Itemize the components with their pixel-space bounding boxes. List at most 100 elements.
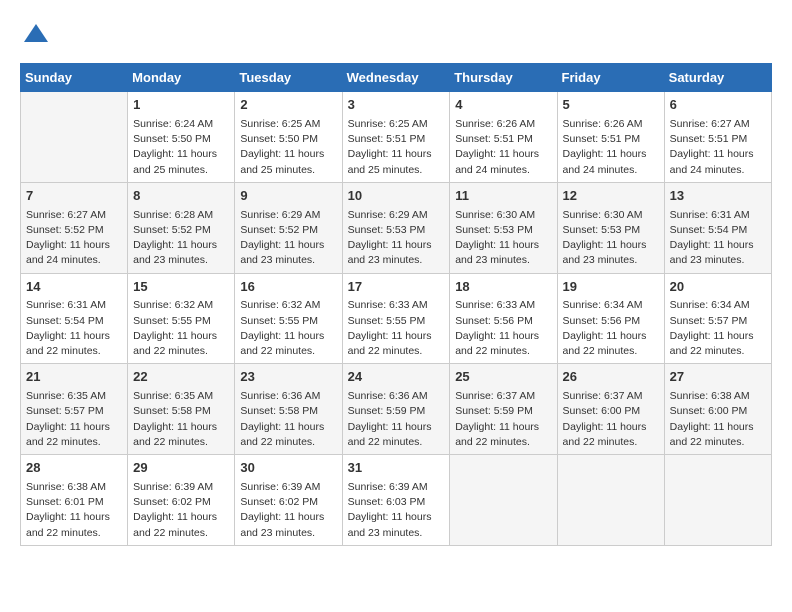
calendar-cell: 23Sunrise: 6:36 AMSunset: 5:58 PMDayligh… xyxy=(235,364,342,455)
cell-info-line: Sunrise: 6:31 AM xyxy=(26,298,122,313)
cell-info-line: Sunrise: 6:32 AM xyxy=(133,298,229,313)
cell-info-line: and 24 minutes. xyxy=(563,163,659,178)
cell-info-line: Sunset: 5:52 PM xyxy=(133,223,229,238)
calendar-table: SundayMondayTuesdayWednesdayThursdayFrid… xyxy=(20,63,772,546)
calendar-cell: 19Sunrise: 6:34 AMSunset: 5:56 PMDayligh… xyxy=(557,273,664,364)
page-header xyxy=(20,20,772,53)
cell-info-line: and 23 minutes. xyxy=(455,253,551,268)
cell-info-line: Daylight: 11 hours xyxy=(670,147,766,162)
cell-info-line: Daylight: 11 hours xyxy=(133,510,229,525)
day-number: 17 xyxy=(348,278,445,297)
cell-info-line: Sunset: 6:00 PM xyxy=(563,404,659,419)
calendar-cell: 28Sunrise: 6:38 AMSunset: 6:01 PMDayligh… xyxy=(21,455,128,546)
cell-info-line: Sunrise: 6:26 AM xyxy=(455,117,551,132)
cell-info-line: and 23 minutes. xyxy=(563,253,659,268)
day-number: 14 xyxy=(26,278,122,297)
calendar-cell xyxy=(21,92,128,183)
cell-info-line: Daylight: 11 hours xyxy=(133,420,229,435)
calendar-cell: 6Sunrise: 6:27 AMSunset: 5:51 PMDaylight… xyxy=(664,92,771,183)
day-number: 24 xyxy=(348,368,445,387)
calendar-cell: 21Sunrise: 6:35 AMSunset: 5:57 PMDayligh… xyxy=(21,364,128,455)
calendar-cell: 5Sunrise: 6:26 AMSunset: 5:51 PMDaylight… xyxy=(557,92,664,183)
cell-info-line: Sunrise: 6:35 AM xyxy=(26,389,122,404)
day-number: 12 xyxy=(563,187,659,206)
cell-info-line: Daylight: 11 hours xyxy=(348,329,445,344)
calendar-cell: 22Sunrise: 6:35 AMSunset: 5:58 PMDayligh… xyxy=(128,364,235,455)
cell-info-line: Daylight: 11 hours xyxy=(240,510,336,525)
cell-info-line: and 22 minutes. xyxy=(348,344,445,359)
calendar-cell: 13Sunrise: 6:31 AMSunset: 5:54 PMDayligh… xyxy=(664,182,771,273)
calendar-cell xyxy=(664,455,771,546)
cell-info-line: and 22 minutes. xyxy=(670,344,766,359)
cell-info-line: and 22 minutes. xyxy=(670,435,766,450)
day-number: 19 xyxy=(563,278,659,297)
cell-info-line: Sunset: 5:54 PM xyxy=(670,223,766,238)
day-number: 27 xyxy=(670,368,766,387)
cell-info-line: Sunset: 5:55 PM xyxy=(133,314,229,329)
cell-info-line: Daylight: 11 hours xyxy=(348,510,445,525)
day-number: 25 xyxy=(455,368,551,387)
day-number: 28 xyxy=(26,459,122,478)
cell-info-line: Sunrise: 6:32 AM xyxy=(240,298,336,313)
cell-info-line: Daylight: 11 hours xyxy=(455,420,551,435)
cell-info-line: and 23 minutes. xyxy=(348,526,445,541)
calendar-cell: 29Sunrise: 6:39 AMSunset: 6:02 PMDayligh… xyxy=(128,455,235,546)
cell-info-line: and 24 minutes. xyxy=(455,163,551,178)
cell-info-line: Sunset: 5:56 PM xyxy=(563,314,659,329)
cell-info-line: Daylight: 11 hours xyxy=(240,420,336,435)
cell-info-line: and 22 minutes. xyxy=(348,435,445,450)
cell-info-line: Daylight: 11 hours xyxy=(670,420,766,435)
calendar-cell: 24Sunrise: 6:36 AMSunset: 5:59 PMDayligh… xyxy=(342,364,450,455)
cell-info-line: and 22 minutes. xyxy=(240,435,336,450)
cell-info-line: Sunset: 6:01 PM xyxy=(26,495,122,510)
cell-info-line: Sunset: 5:55 PM xyxy=(348,314,445,329)
calendar-cell: 31Sunrise: 6:39 AMSunset: 6:03 PMDayligh… xyxy=(342,455,450,546)
weekday-header-tuesday: Tuesday xyxy=(235,64,342,92)
cell-info-line: Sunset: 5:51 PM xyxy=(455,132,551,147)
weekday-header-thursday: Thursday xyxy=(450,64,557,92)
cell-info-line: Sunrise: 6:30 AM xyxy=(563,208,659,223)
cell-info-line: Daylight: 11 hours xyxy=(348,238,445,253)
cell-info-line: Sunrise: 6:36 AM xyxy=(240,389,336,404)
calendar-cell: 18Sunrise: 6:33 AMSunset: 5:56 PMDayligh… xyxy=(450,273,557,364)
cell-info-line: and 22 minutes. xyxy=(133,526,229,541)
logo-icon xyxy=(22,20,50,48)
cell-info-line: Sunrise: 6:34 AM xyxy=(670,298,766,313)
cell-info-line: Sunrise: 6:29 AM xyxy=(240,208,336,223)
cell-info-line: and 22 minutes. xyxy=(563,344,659,359)
cell-info-line: Sunset: 5:50 PM xyxy=(133,132,229,147)
cell-info-line: Sunrise: 6:34 AM xyxy=(563,298,659,313)
cell-info-line: Sunrise: 6:39 AM xyxy=(348,480,445,495)
cell-info-line: and 23 minutes. xyxy=(670,253,766,268)
calendar-cell xyxy=(557,455,664,546)
cell-info-line: Daylight: 11 hours xyxy=(26,238,122,253)
cell-info-line: Daylight: 11 hours xyxy=(348,420,445,435)
calendar-cell: 14Sunrise: 6:31 AMSunset: 5:54 PMDayligh… xyxy=(21,273,128,364)
cell-info-line: Sunrise: 6:38 AM xyxy=(26,480,122,495)
cell-info-line: Daylight: 11 hours xyxy=(240,147,336,162)
cell-info-line: and 25 minutes. xyxy=(240,163,336,178)
cell-info-line: Sunrise: 6:35 AM xyxy=(133,389,229,404)
cell-info-line: Daylight: 11 hours xyxy=(26,329,122,344)
calendar-cell: 30Sunrise: 6:39 AMSunset: 6:02 PMDayligh… xyxy=(235,455,342,546)
cell-info-line: Sunset: 5:57 PM xyxy=(670,314,766,329)
cell-info-line: Sunrise: 6:36 AM xyxy=(348,389,445,404)
calendar-cell: 8Sunrise: 6:28 AMSunset: 5:52 PMDaylight… xyxy=(128,182,235,273)
cell-info-line: Daylight: 11 hours xyxy=(563,147,659,162)
calendar-cell: 26Sunrise: 6:37 AMSunset: 6:00 PMDayligh… xyxy=(557,364,664,455)
day-number: 23 xyxy=(240,368,336,387)
cell-info-line: Daylight: 11 hours xyxy=(26,420,122,435)
cell-info-line: and 22 minutes. xyxy=(455,344,551,359)
cell-info-line: Sunrise: 6:33 AM xyxy=(455,298,551,313)
cell-info-line: Sunset: 5:59 PM xyxy=(455,404,551,419)
cell-info-line: Daylight: 11 hours xyxy=(563,329,659,344)
cell-info-line: and 23 minutes. xyxy=(133,253,229,268)
cell-info-line: Sunset: 5:51 PM xyxy=(670,132,766,147)
cell-info-line: and 22 minutes. xyxy=(563,435,659,450)
calendar-cell: 11Sunrise: 6:30 AMSunset: 5:53 PMDayligh… xyxy=(450,182,557,273)
cell-info-line: Sunrise: 6:30 AM xyxy=(455,208,551,223)
cell-info-line: Daylight: 11 hours xyxy=(348,147,445,162)
calendar-cell: 12Sunrise: 6:30 AMSunset: 5:53 PMDayligh… xyxy=(557,182,664,273)
cell-info-line: Sunrise: 6:27 AM xyxy=(670,117,766,132)
calendar-cell: 3Sunrise: 6:25 AMSunset: 5:51 PMDaylight… xyxy=(342,92,450,183)
